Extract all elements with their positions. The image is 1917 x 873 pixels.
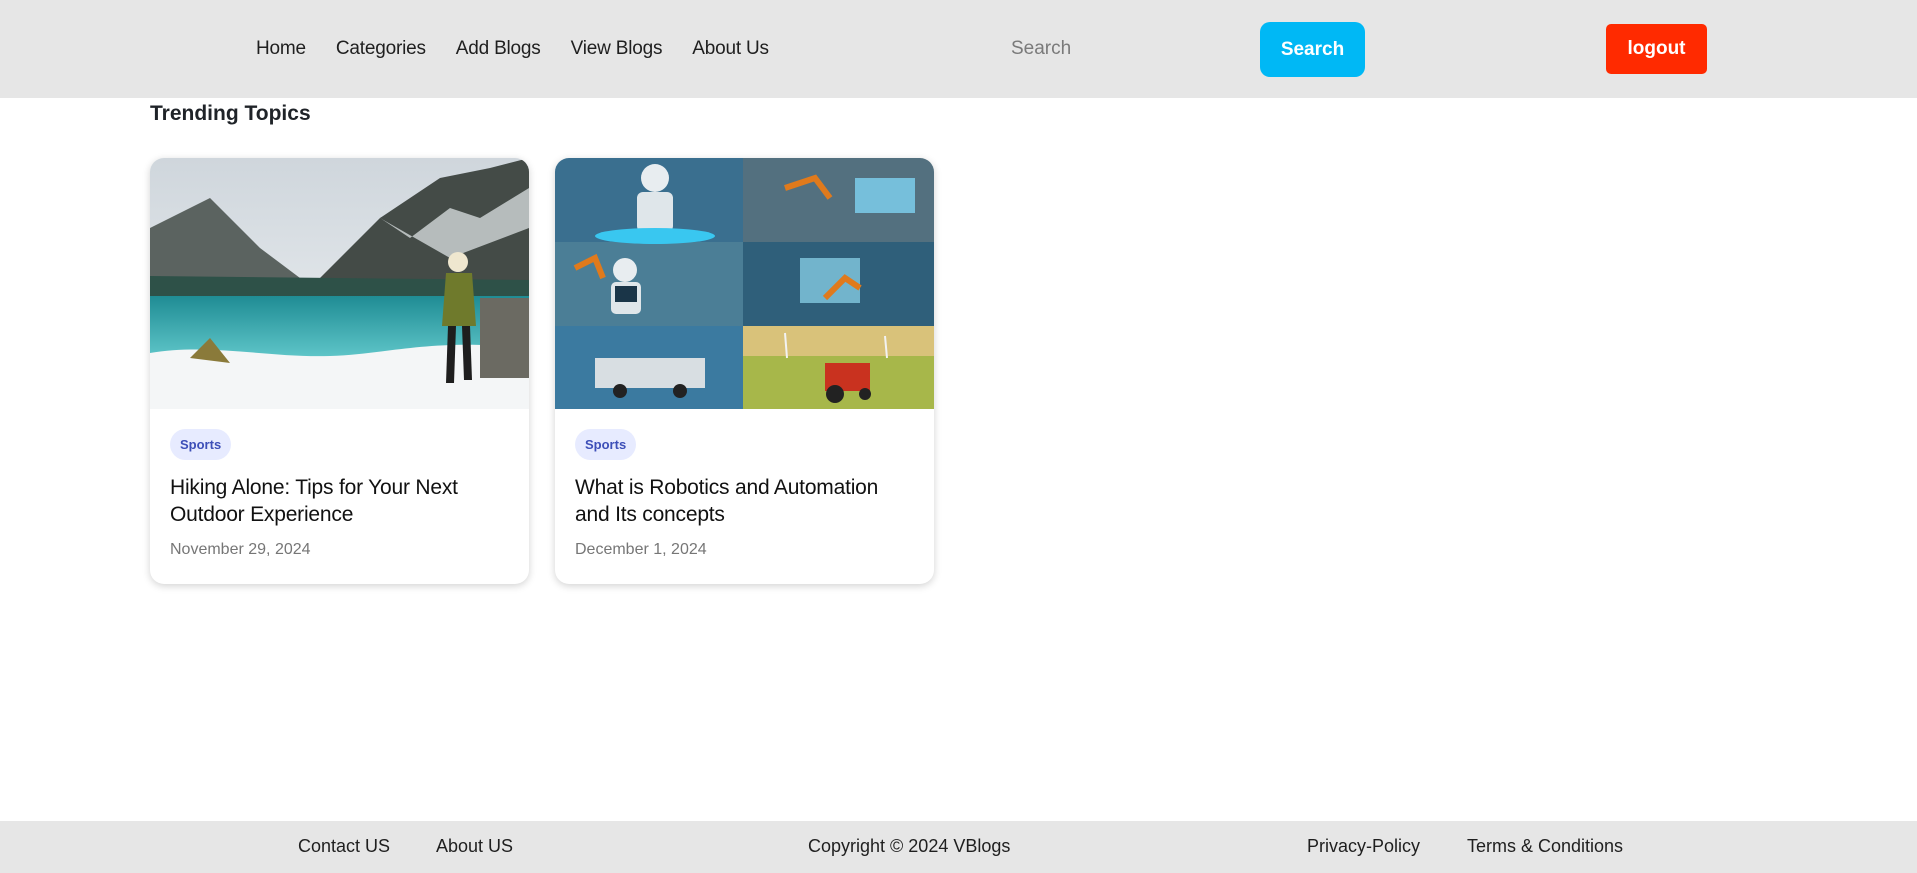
search-button[interactable]: Search	[1260, 22, 1365, 77]
blog-card-title[interactable]: Hiking Alone: Tips for Your Next Outdoor…	[170, 474, 509, 528]
footer: Contact US About US Copyright © 2024 VBl…	[0, 821, 1917, 873]
blog-card[interactable]: Sports What is Robotics and Automation a…	[555, 158, 934, 584]
blog-card-title[interactable]: What is Robotics and Automation and Its …	[575, 474, 914, 528]
nav-add-blogs-link[interactable]: Add Blogs	[456, 38, 541, 60]
nav-home-link[interactable]: Home	[256, 38, 306, 60]
main-nav: Home Categories Add Blogs View Blogs Abo…	[256, 0, 799, 98]
footer-terms-link[interactable]: Terms & Conditions	[1467, 836, 1623, 857]
footer-privacy-link[interactable]: Privacy-Policy	[1307, 836, 1420, 857]
nav-view-blogs-link[interactable]: View Blogs	[571, 38, 663, 60]
search-input[interactable]	[1000, 29, 1210, 69]
nav-about-us-link[interactable]: About Us	[692, 38, 769, 60]
logout-button[interactable]: logout	[1606, 24, 1707, 74]
section-title: Trending Topics	[150, 102, 311, 125]
blog-card-image-hiking	[150, 158, 529, 409]
footer-contact-link[interactable]: Contact US	[298, 836, 390, 857]
nav-categories-link[interactable]: Categories	[336, 38, 426, 60]
top-navbar: Home Categories Add Blogs View Blogs Abo…	[0, 0, 1917, 98]
blog-card-date: November 29, 2024	[170, 541, 311, 558]
blog-card-date: December 1, 2024	[575, 541, 707, 558]
footer-copyright: Copyright © 2024 VBlogs	[808, 836, 1011, 856]
blog-card-body: Sports What is Robotics and Automation a…	[555, 409, 934, 559]
blog-card[interactable]: Sports Hiking Alone: Tips for Your Next …	[150, 158, 529, 584]
category-tag[interactable]: Sports	[575, 429, 637, 460]
blog-card-image-robotics	[555, 158, 934, 409]
page: Home Categories Add Blogs View Blogs Abo…	[0, 0, 1917, 873]
footer-about-link[interactable]: About US	[436, 836, 513, 857]
category-tag[interactable]: Sports	[170, 429, 232, 460]
blog-card-body: Sports Hiking Alone: Tips for Your Next …	[150, 409, 529, 559]
